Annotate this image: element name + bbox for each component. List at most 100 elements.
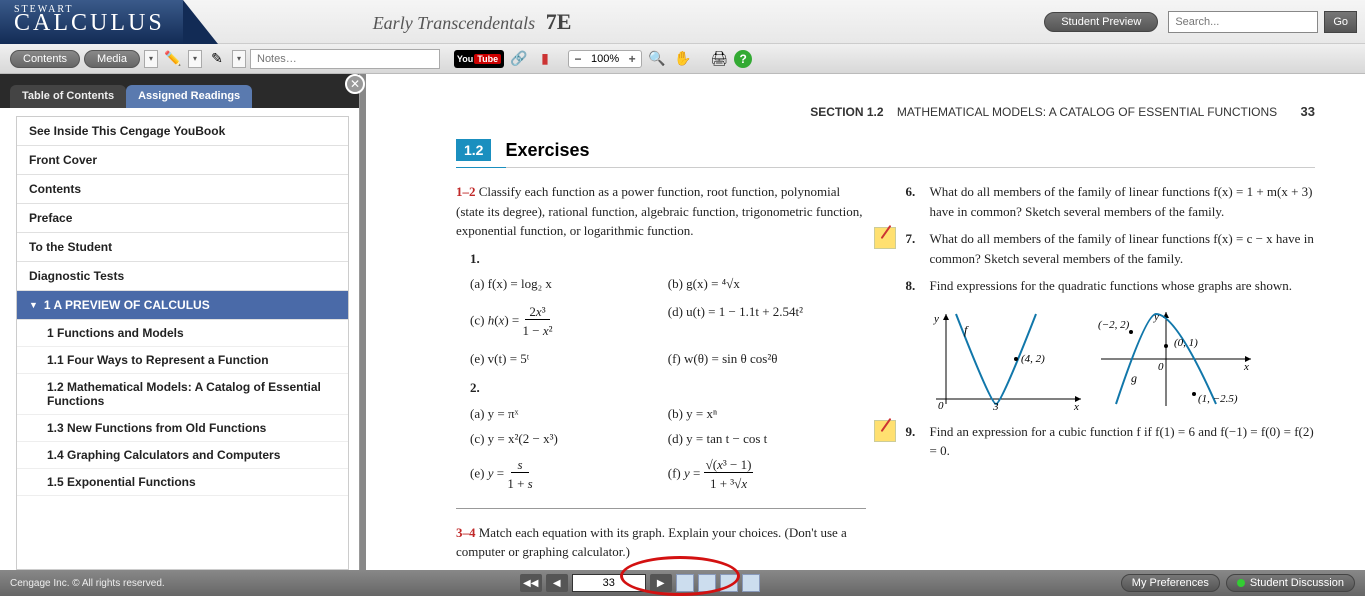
brand-author: STEWART — [14, 4, 74, 15]
range-1-2: 1–2 — [456, 184, 476, 199]
my-preferences-button[interactable]: My Preferences — [1121, 574, 1220, 592]
close-panel-button[interactable]: ✕ — [345, 74, 365, 94]
toc-entry[interactable]: See Inside This Cengage YouBook — [17, 117, 348, 146]
toc-entry[interactable]: 1.3 New Functions from Old Functions — [17, 415, 348, 442]
p1c: (c) h(x) = 2x³1 − x² — [470, 302, 668, 341]
note-icon[interactable] — [874, 420, 896, 442]
bottom-bar: Cengage Inc. © All rights reserved. ◀◀ ◀… — [0, 570, 1365, 596]
page-input[interactable] — [572, 574, 646, 592]
svg-text:(−2, 2): (−2, 2) — [1098, 319, 1130, 331]
p1b: (b) g(x) = ⁴√x — [668, 274, 866, 294]
toc-entry[interactable]: 1.5 Exponential Functions — [17, 469, 348, 496]
svg-text:0: 0 — [1158, 361, 1164, 373]
p1a: (a) f(x) = log₂ x — [470, 274, 668, 294]
hl-dropdown[interactable]: ▾ — [188, 50, 202, 68]
p2b: (b) y = xⁿ — [668, 404, 866, 424]
svg-text:x: x — [1073, 401, 1079, 413]
p2a: (a) y = πˣ — [470, 404, 668, 424]
fit-page-icon[interactable] — [742, 574, 760, 592]
double-page-icon[interactable] — [698, 574, 716, 592]
contents-button[interactable]: Contents — [10, 50, 80, 68]
tab-assigned[interactable]: Assigned Readings — [126, 85, 252, 108]
toc-list[interactable]: See Inside This Cengage YouBookFront Cov… — [16, 116, 349, 570]
toc-entry[interactable]: 1.1 Four Ways to Represent a Function — [17, 347, 348, 374]
range-3-4: 3–4 — [456, 525, 476, 540]
magnifier-icon[interactable]: 🔍 — [646, 49, 668, 69]
svg-text:y: y — [1153, 311, 1159, 323]
toc-entry[interactable]: Diagnostic Tests — [17, 262, 348, 291]
toc-entry[interactable]: Contents — [17, 175, 348, 204]
media-dropdown[interactable]: ▾ — [144, 50, 158, 68]
svg-text:0: 0 — [938, 400, 944, 412]
svg-text:f: f — [964, 323, 969, 337]
go-button[interactable]: Go — [1324, 11, 1357, 33]
fit-width-icon[interactable] — [720, 574, 738, 592]
zoom-out-button[interactable]: − — [571, 52, 585, 66]
next-page-button[interactable]: ▶ — [650, 574, 672, 592]
media-button[interactable]: Media — [84, 50, 140, 68]
q8: Find expressions for the quadratic funct… — [930, 276, 1292, 296]
search-input[interactable] — [1168, 11, 1318, 33]
prev-page-button[interactable]: ◀ — [546, 574, 568, 592]
copyright: Cengage Inc. © All rights reserved. — [10, 578, 165, 589]
intro-1-2: Classify each function as a power functi… — [456, 184, 862, 238]
p2c: (c) y = x²(2 − x³) — [470, 429, 668, 449]
exercise-col-left: 1–2 Classify each function as a power fu… — [456, 182, 866, 562]
left-panel: ✕ Table of Contents Assigned Readings Se… — [0, 74, 360, 570]
svg-text:(1, −2.5): (1, −2.5) — [1198, 393, 1238, 405]
graph-f: f (4, 2) 0 3 x y — [926, 304, 1086, 414]
single-page-icon[interactable] — [676, 574, 694, 592]
online-dot-icon — [1237, 579, 1245, 587]
toc-entry[interactable]: 1 Functions and Models — [17, 320, 348, 347]
eraser-icon[interactable]: ▮ — [534, 49, 556, 69]
highlight-icon[interactable]: ✏️ — [162, 49, 184, 69]
tab-toc[interactable]: Table of Contents — [10, 85, 126, 108]
toc-entry[interactable]: 1 A PREVIEW OF CALCULUS — [17, 291, 348, 320]
zoom-in-button[interactable]: + — [625, 52, 639, 66]
q9: Find an expression for a cubic function … — [930, 422, 1316, 461]
exercise-badge: 1.2 — [456, 139, 491, 161]
p2d: (d) y = tan t − cos t — [668, 429, 866, 449]
note-icon[interactable] — [874, 227, 896, 249]
svg-text:g: g — [1131, 371, 1137, 385]
student-discussion-button[interactable]: Student Discussion — [1226, 574, 1355, 592]
zoom-value: 100% — [587, 53, 623, 65]
svg-text:x: x — [1243, 361, 1249, 373]
toc-entry[interactable]: To the Student — [17, 233, 348, 262]
graph-g: g (−2, 2) (0, 1) (1, −2.5) 0 x y — [1096, 304, 1256, 414]
svg-text:y: y — [933, 313, 939, 325]
top-banner: STEWART CALCULUS Early Transcendentals 7… — [0, 0, 1365, 44]
q6: What do all members of the family of lin… — [930, 182, 1316, 221]
svg-text:3: 3 — [992, 401, 999, 413]
student-preview-button[interactable]: Student Preview — [1044, 12, 1158, 32]
svg-text:(0, 1): (0, 1) — [1174, 337, 1198, 349]
pencil-icon[interactable]: ✎ — [206, 49, 228, 69]
toolbar: Contents Media ▾ ✏️ ▾ ✎ ▾ YouTube 🔗 ▮ − … — [0, 44, 1365, 74]
youtube-icon[interactable]: YouTube — [454, 50, 504, 68]
book-edition: 7E — [546, 9, 572, 34]
toc-entry[interactable]: 1.4 Graphing Calculators and Computers — [17, 442, 348, 469]
q7: What do all members of the family of lin… — [930, 229, 1316, 268]
page-number-header: 33 — [1301, 104, 1315, 119]
section-number: SECTION 1.2 — [810, 105, 883, 119]
left-tabs: Table of Contents Assigned Readings — [0, 74, 359, 108]
svg-text:(4, 2): (4, 2) — [1021, 353, 1045, 365]
toc-entry[interactable]: Preface — [17, 204, 348, 233]
exercise-col-right: 6.What do all members of the family of l… — [906, 182, 1316, 562]
pager: ◀◀ ◀ ▶ — [520, 574, 760, 592]
notes-input[interactable] — [250, 49, 440, 69]
page-content[interactable]: SECTION 1.2 MATHEMATICAL MODELS: A CATAL… — [366, 74, 1365, 570]
prob-1: 1. — [470, 251, 480, 266]
help-icon[interactable]: ? — [734, 50, 752, 68]
pencil-dropdown[interactable]: ▾ — [232, 50, 246, 68]
link-icon[interactable]: 🔗 — [508, 49, 530, 69]
page-header: SECTION 1.2 MATHEMATICAL MODELS: A CATAL… — [456, 104, 1315, 119]
toc-entry[interactable]: Front Cover — [17, 146, 348, 175]
print-icon[interactable]: 🖨 — [708, 49, 730, 69]
toc-entry[interactable]: 1.2 Mathematical Models: A Catalog of Es… — [17, 374, 348, 415]
first-page-button[interactable]: ◀◀ — [520, 574, 542, 592]
prob-2: 2. — [470, 380, 480, 395]
brand-logo: STEWART CALCULUS — [0, 0, 183, 44]
hand-icon[interactable]: ✋ — [672, 49, 694, 69]
p2e: (e) y = s1 + s — [470, 455, 668, 494]
